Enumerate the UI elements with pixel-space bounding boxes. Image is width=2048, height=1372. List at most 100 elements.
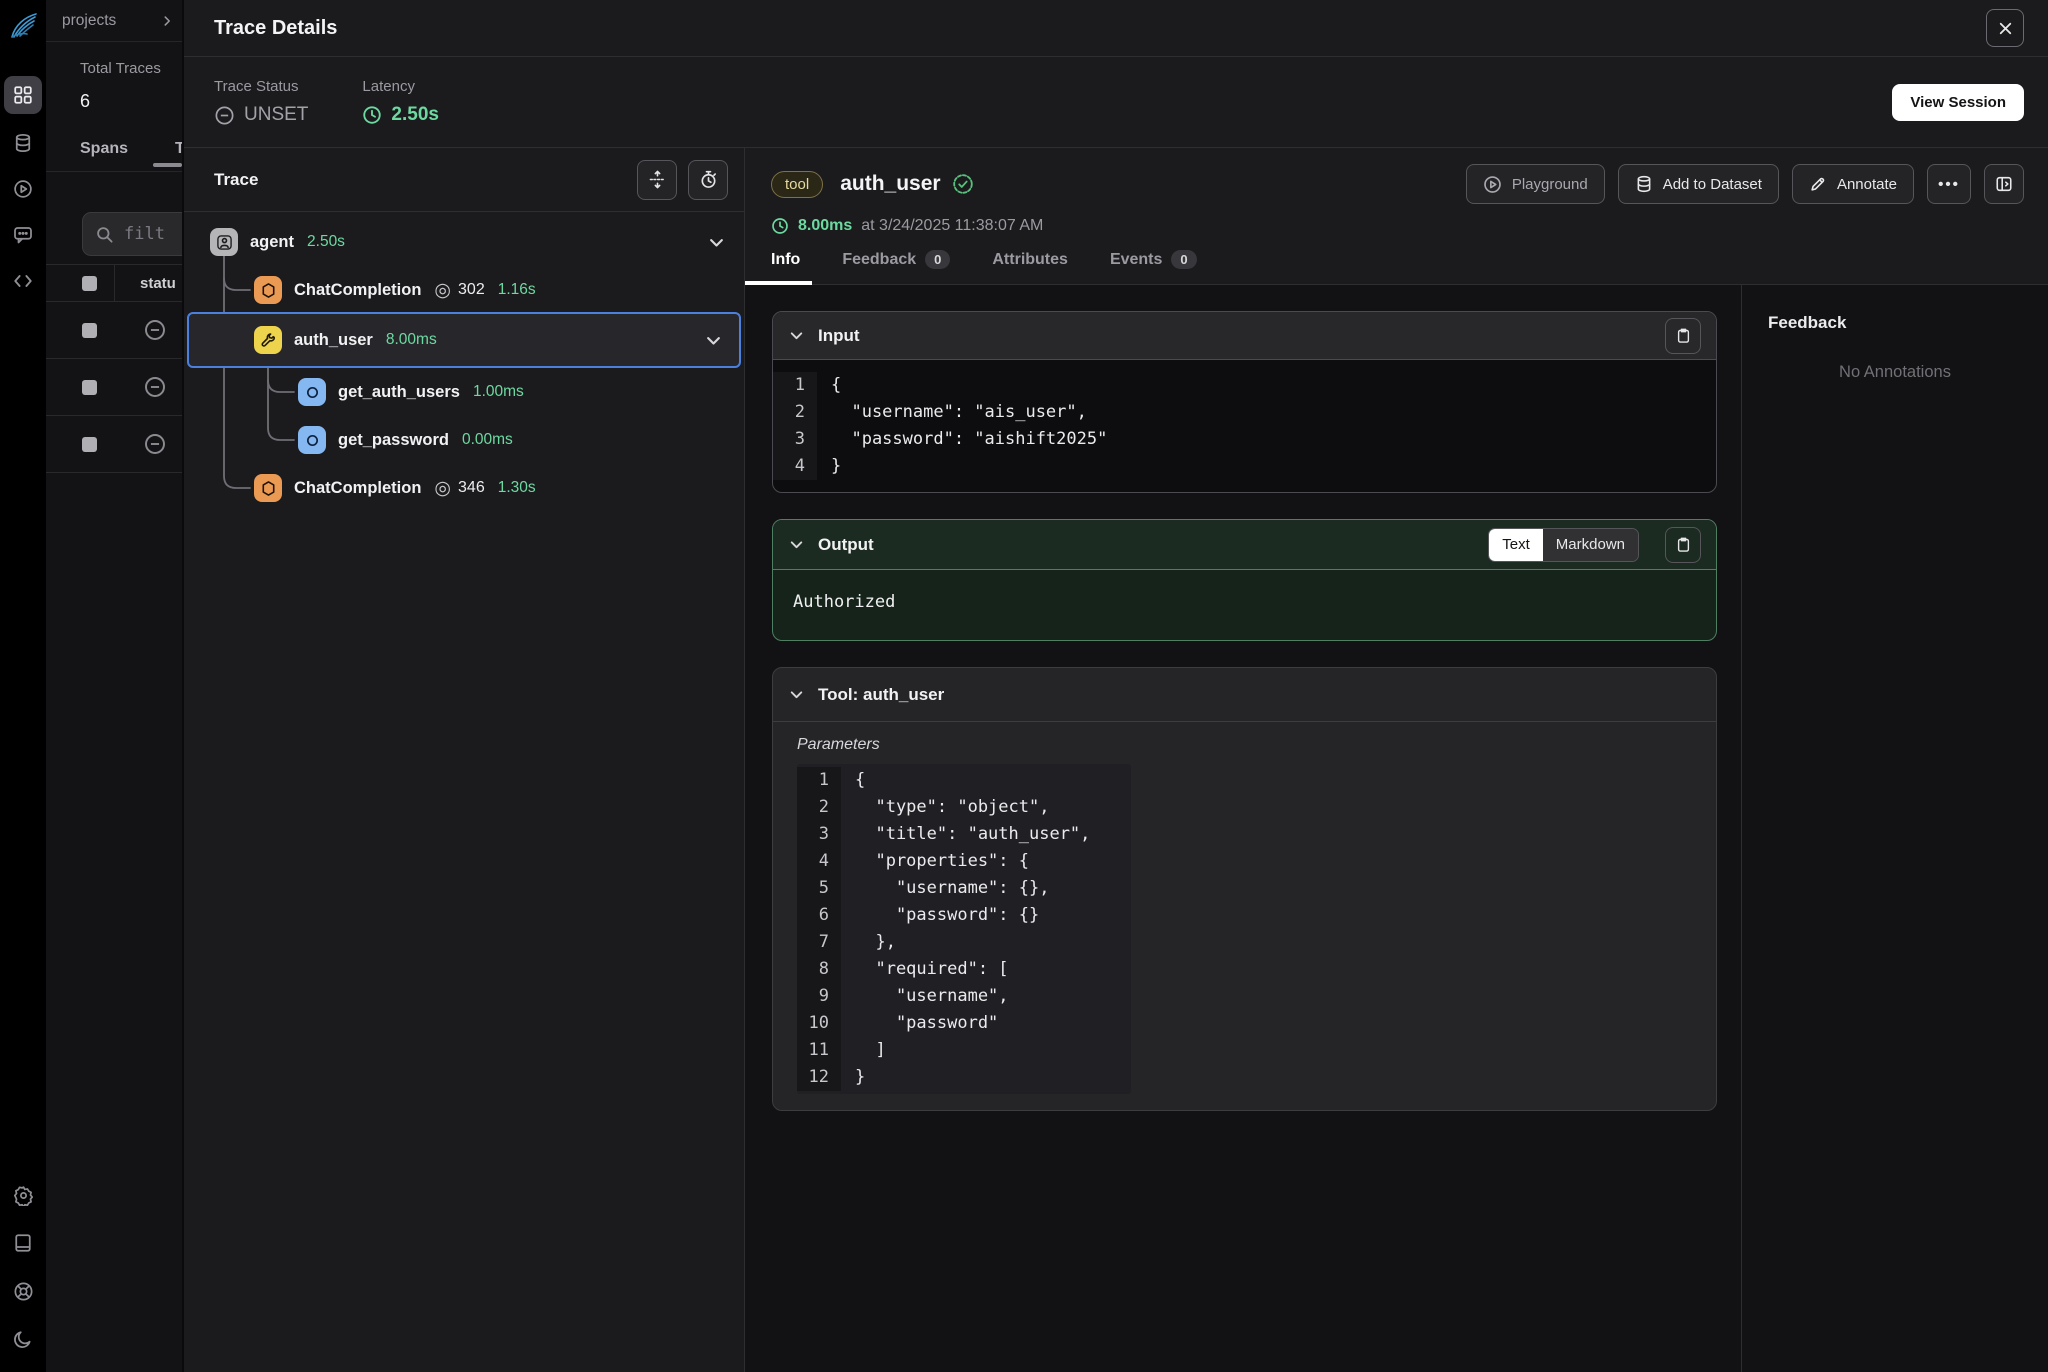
span-row-get-auth-users[interactable]: get_auth_users 1.00ms (184, 372, 744, 412)
copy-output-button[interactable] (1665, 527, 1701, 563)
feedback-panel-title: Feedback (1768, 313, 2022, 333)
timing-stopwatch-button[interactable] (688, 160, 728, 200)
span-duration: 1.30s (498, 479, 536, 497)
input-section-header[interactable]: Input (773, 312, 1716, 360)
input-section: Input 1{2 "username": "ais_user",3 "pass… (772, 311, 1717, 493)
span-title: auth_user (840, 172, 940, 196)
sidebar-nav (4, 76, 42, 298)
playground-nav-icon[interactable] (6, 172, 40, 206)
toggle-side-panel-button[interactable] (1984, 164, 2024, 204)
total-traces-value: 6 (80, 91, 182, 112)
span-row-get-password[interactable]: get_password 0.00ms (184, 420, 744, 460)
page-title: Trace Details (214, 17, 337, 40)
tab-traces-cut[interactable]: T (175, 140, 182, 158)
table-row[interactable] (46, 359, 182, 416)
span-name: agent (250, 233, 294, 252)
total-traces-label: Total Traces (80, 60, 182, 77)
tab-spans[interactable]: Spans (80, 140, 128, 158)
span-header: tool auth_user Playground (745, 148, 2048, 285)
settings-gear-icon[interactable] (6, 1178, 40, 1212)
expand-collapse-button[interactable] (637, 160, 677, 200)
llm-hexagon-icon (254, 276, 282, 304)
code-line: 10 "password" (797, 1010, 1131, 1037)
playground-button[interactable]: Playground (1466, 164, 1605, 204)
chevron-down-icon (788, 327, 805, 344)
row-checkbox[interactable] (82, 380, 97, 395)
datasets-icon[interactable] (6, 126, 40, 160)
trace-tree-panel: Trace (184, 148, 745, 1372)
tab-feedback[interactable]: Feedback 0 (842, 250, 950, 284)
status-column-header: statu (115, 275, 176, 292)
spans-table: statu (46, 264, 182, 473)
support-lifering-icon[interactable] (6, 1274, 40, 1308)
select-all-checkbox[interactable] (82, 276, 97, 291)
span-duration: 1.00ms (473, 383, 524, 401)
row-checkbox[interactable] (82, 323, 97, 338)
span-tabs: Info Feedback 0 Attributes Events 0 (771, 250, 2024, 284)
add-to-dataset-button[interactable]: Add to Dataset (1618, 164, 1779, 204)
table-header-row: statu (46, 264, 182, 302)
phoenix-logo-icon[interactable] (7, 10, 39, 42)
code-line: 7 }, (797, 929, 1131, 956)
markdown-toggle-option[interactable]: Markdown (1543, 529, 1638, 561)
tool-section: Tool: auth_user Parameters 1{2 "type": "… (772, 667, 1717, 1111)
token-count: 302 (458, 281, 485, 299)
chevron-down-icon[interactable] (707, 233, 726, 252)
tab-attributes[interactable]: Attributes (992, 250, 1068, 284)
span-row-agent[interactable]: agent 2.50s (184, 222, 744, 262)
span-name: get_password (338, 431, 449, 450)
search-icon (95, 225, 114, 244)
span-timing: 8.00ms at 3/24/2025 11:38:07 AM (771, 214, 2024, 238)
parameters-code-block: 1{2 "type": "object",3 "title": "auth_us… (797, 764, 1131, 1094)
total-traces-stat: Total Traces 6 (46, 42, 182, 112)
output-value: Authorized (773, 570, 1716, 640)
apis-code-icon[interactable] (6, 264, 40, 298)
text-toggle-option[interactable]: Text (1489, 529, 1543, 561)
more-actions-button[interactable]: ••• (1927, 164, 1971, 204)
dark-mode-moon-icon[interactable] (6, 1322, 40, 1356)
close-button[interactable] (1986, 9, 2024, 47)
output-section: Output Text Markdown Authorized (772, 519, 1717, 641)
trace-tree-header: Trace (184, 148, 744, 212)
span-row-chatcompletion-2[interactable]: ChatCompletion ◎ 346 1.30s (184, 468, 744, 508)
output-section-header[interactable]: Output Text Markdown (773, 520, 1716, 570)
status-ok-check-icon (952, 173, 974, 195)
filter-input[interactable]: filt (82, 212, 182, 256)
chevron-down-icon (788, 536, 805, 553)
span-kind-badge: tool (771, 171, 823, 198)
table-row[interactable] (46, 416, 182, 473)
app-sidebar (0, 0, 46, 1372)
span-timestamp: at 3/24/2025 11:38:07 AM (861, 217, 1043, 235)
project-tabs: Spans T (46, 138, 182, 172)
view-session-button[interactable]: View Session (1892, 84, 2024, 121)
code-line: 11 ] (797, 1037, 1131, 1064)
tool-call-circle-icon (298, 426, 326, 454)
code-line: 1{ (797, 767, 1131, 794)
tab-events[interactable]: Events 0 (1110, 250, 1197, 284)
code-line: 3 "title": "auth_user", (797, 821, 1131, 848)
code-line: 2 "type": "object", (797, 794, 1131, 821)
chevron-down-icon[interactable] (704, 331, 723, 350)
tool-section-header[interactable]: Tool: auth_user (773, 668, 1716, 722)
code-line: 12} (797, 1064, 1131, 1091)
projects-grid-icon[interactable] (4, 76, 42, 114)
prompts-chat-icon[interactable] (6, 218, 40, 252)
span-name: ChatCompletion (294, 281, 421, 300)
breadcrumb-projects-link[interactable]: projects (62, 12, 116, 30)
status-unset-icon (115, 375, 167, 399)
docs-book-icon[interactable] (6, 1226, 40, 1260)
annotate-button[interactable]: Annotate (1792, 164, 1914, 204)
copy-input-button[interactable] (1665, 318, 1701, 354)
row-checkbox[interactable] (82, 437, 97, 452)
latency-value: 2.50s (391, 104, 439, 126)
input-section-title: Input (818, 326, 860, 346)
trace-details-header: Trace Details (184, 0, 2048, 57)
span-duration: 8.00ms (798, 217, 852, 235)
tab-info[interactable]: Info (771, 250, 800, 284)
code-line: 9 "username", (797, 983, 1131, 1010)
span-row-chatcompletion-1[interactable]: ChatCompletion ◎ 302 1.16s (184, 270, 744, 310)
status-unset-icon (115, 318, 167, 342)
parameters-label: Parameters (797, 736, 1692, 754)
table-row[interactable] (46, 302, 182, 359)
span-row-auth-user-selected[interactable]: auth_user 8.00ms (187, 312, 741, 368)
